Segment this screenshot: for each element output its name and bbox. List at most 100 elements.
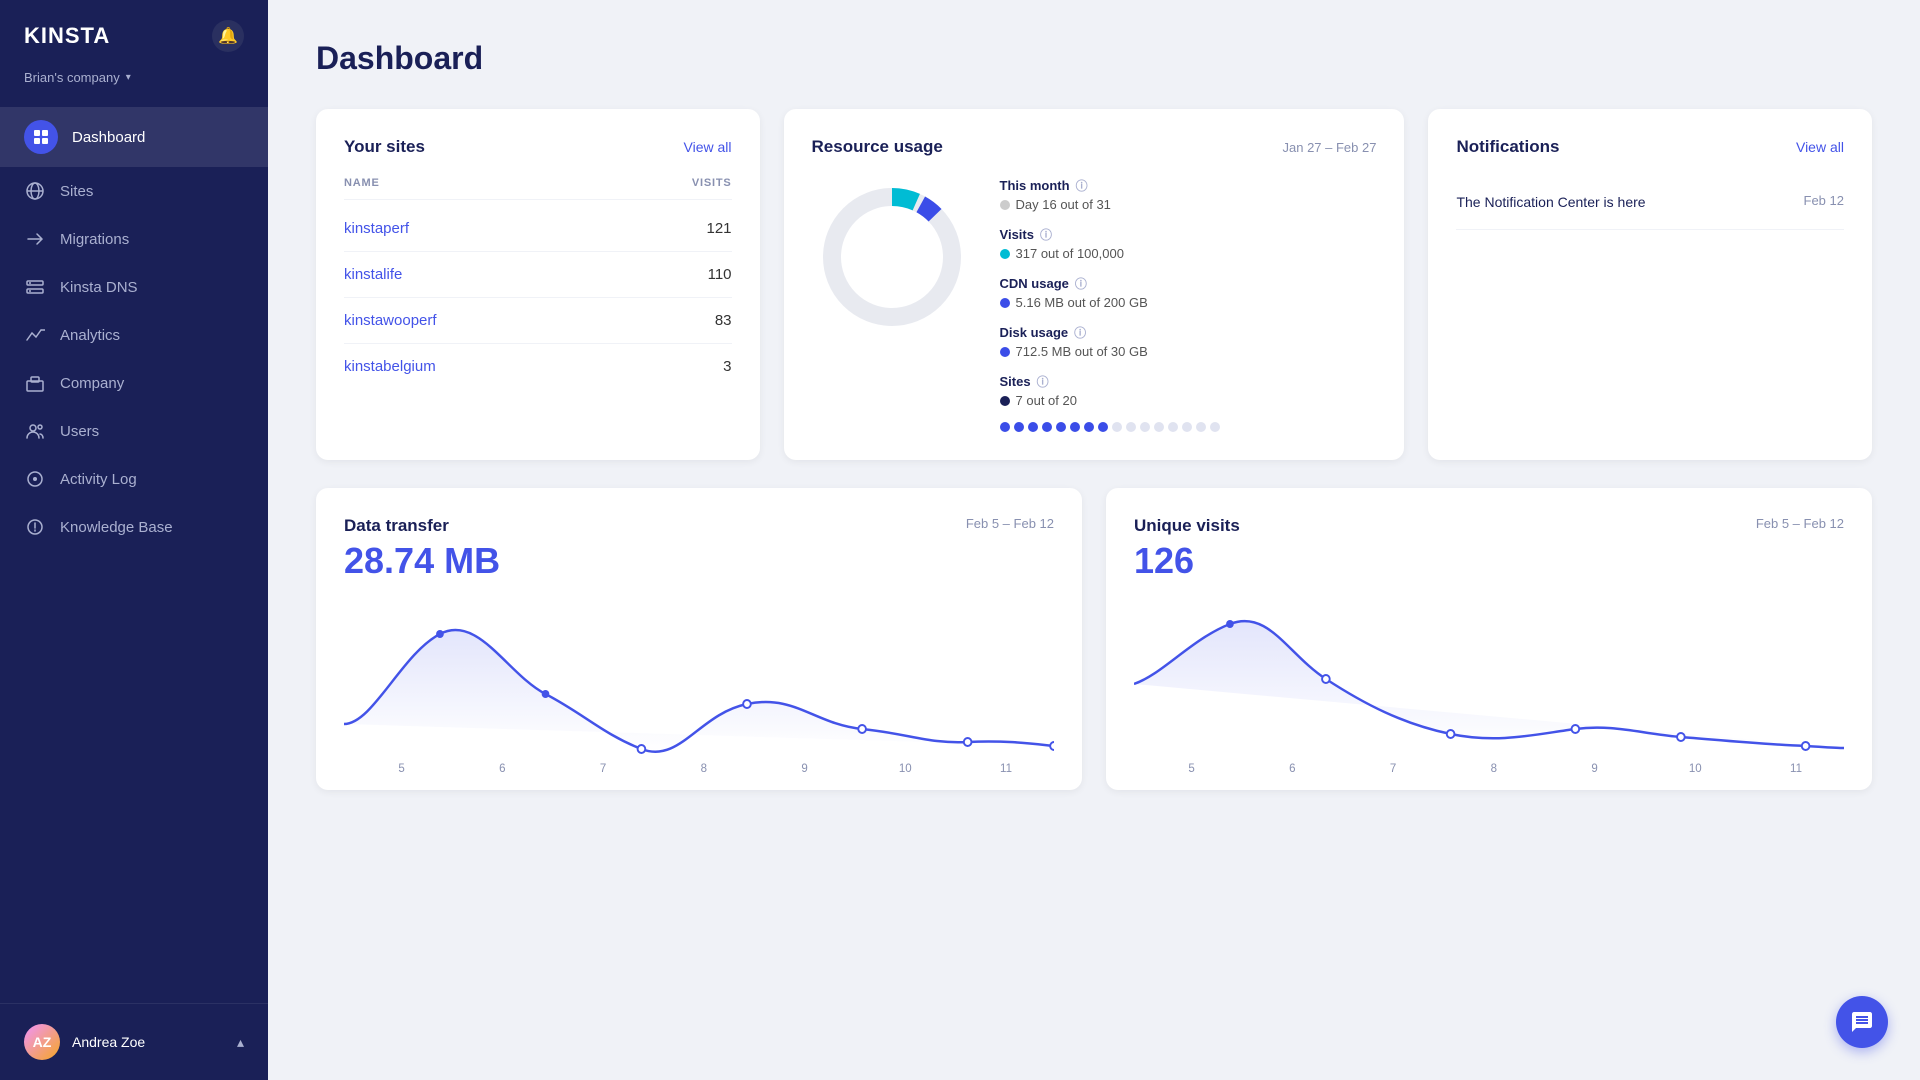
this-month-value: Day 16 out of 31 (1016, 197, 1111, 212)
progress-dot (1140, 422, 1150, 432)
progress-dot (1000, 422, 1010, 432)
sidebar-item-kinsta-dns[interactable]: Kinsta DNS (0, 263, 268, 311)
info-icon[interactable]: ⓘ (1076, 177, 1088, 194)
notification-item: The Notification Center is here Feb 12 (1456, 177, 1844, 230)
svg-text:5: 5 (1188, 762, 1195, 774)
chat-icon (1850, 1010, 1874, 1034)
info-icon[interactable]: ⓘ (1075, 275, 1087, 292)
dot-gray (1000, 200, 1010, 210)
chevron-up-icon: ▴ (237, 1034, 244, 1051)
sites-stat: Sites ⓘ 7 out of 20 (1000, 373, 1377, 408)
sidebar-item-label: Company (60, 375, 124, 392)
svg-text:8: 8 (1491, 762, 1498, 774)
progress-dot (1182, 422, 1192, 432)
company-selector[interactable]: Brian's company ▾ (0, 62, 268, 97)
notification-text: The Notification Center is here (1456, 193, 1645, 213)
sidebar-item-analytics[interactable]: Analytics (0, 311, 268, 359)
main-content: Dashboard Your sites View all NAME VISIT… (268, 0, 1920, 1080)
sidebar-item-dashboard[interactable]: Dashboard (0, 107, 268, 167)
dot-blue (1000, 298, 1010, 308)
notifications-view-all[interactable]: View all (1796, 139, 1844, 155)
sidebar-item-knowledge-base[interactable]: Knowledge Base (0, 503, 268, 551)
notification-date: Feb 12 (1804, 193, 1844, 208)
dot-blue-disk (1000, 347, 1010, 357)
progress-dot (1070, 422, 1080, 432)
cdn-stat: CDN usage ⓘ 5.16 MB out of 200 GB (1000, 275, 1377, 310)
svg-text:9: 9 (801, 762, 807, 774)
progress-dot (1112, 422, 1122, 432)
site-visits: 3 (723, 358, 731, 375)
site-name[interactable]: kinstalife (344, 266, 402, 283)
visits-value: 317 out of 100,000 (1016, 246, 1124, 261)
sidebar-item-label: Kinsta DNS (60, 279, 138, 296)
sites-value: 7 out of 20 (1016, 393, 1077, 408)
sidebar-item-label: Activity Log (60, 471, 137, 488)
data-transfer-card: Data transfer Feb 5 – Feb 12 28.74 MB (316, 488, 1082, 790)
user-name: Andrea Zoe (72, 1034, 145, 1050)
sidebar-item-label: Dashboard (72, 129, 145, 146)
table-row: kinstalife 110 (344, 252, 732, 298)
unique-visits-chart: 5 6 7 8 9 10 11 (1134, 594, 1844, 774)
table-row: kinstabelgium 3 (344, 344, 732, 389)
chat-bubble-button[interactable] (1836, 996, 1888, 1048)
data-transfer-header: Data transfer Feb 5 – Feb 12 (344, 516, 1054, 536)
progress-dots (1000, 422, 1377, 432)
your-sites-card-header: Your sites View all (344, 137, 732, 157)
data-transfer-date: Feb 5 – Feb 12 (966, 516, 1054, 531)
unique-visits-date: Feb 5 – Feb 12 (1756, 516, 1844, 531)
info-icon[interactable]: ⓘ (1040, 226, 1052, 243)
site-visits: 110 (708, 266, 732, 283)
sites-icon (24, 180, 46, 202)
info-icon[interactable]: ⓘ (1037, 373, 1049, 390)
svg-text:11: 11 (1000, 762, 1012, 774)
site-name[interactable]: kinstabelgium (344, 358, 436, 375)
cdn-value: 5.16 MB out of 200 GB (1016, 295, 1148, 310)
sidebar-item-label: Analytics (60, 327, 120, 344)
your-sites-view-all[interactable]: View all (684, 139, 732, 155)
resource-usage-card: Resource usage Jan 27 – Feb 27 (784, 109, 1405, 460)
notification-bell[interactable]: 🔔 (212, 20, 244, 52)
info-icon[interactable]: ⓘ (1074, 324, 1086, 341)
donut-chart (812, 177, 972, 337)
col-visits: VISITS (692, 177, 732, 189)
svg-text:10: 10 (1689, 762, 1702, 774)
sites-table-header: NAME VISITS (344, 177, 732, 200)
resource-usage-body: This month ⓘ Day 16 out of 31 Visits ⓘ (812, 177, 1377, 432)
this-month-stat: This month ⓘ Day 16 out of 31 (1000, 177, 1377, 212)
your-sites-card: Your sites View all NAME VISITS kinstape… (316, 109, 760, 460)
sidebar-footer: AZ Andrea Zoe ▴ (0, 1003, 268, 1080)
site-visits: 121 (706, 220, 731, 237)
progress-dot (1014, 422, 1024, 432)
notifications-card: Notifications View all The Notification … (1428, 109, 1872, 460)
this-month-label: This month ⓘ (1000, 177, 1377, 194)
data-transfer-svg: 5 6 7 8 9 10 11 (344, 594, 1054, 774)
table-row: kinstaperf 121 (344, 206, 732, 252)
progress-dot (1042, 422, 1052, 432)
page-title: Dashboard (316, 40, 1872, 77)
svg-text:6: 6 (499, 762, 506, 774)
sidebar-item-company[interactable]: Company (0, 359, 268, 407)
site-name[interactable]: kinstawooperf (344, 312, 437, 329)
notifications-header: Notifications View all (1456, 137, 1844, 157)
sidebar-item-users[interactable]: Users (0, 407, 268, 455)
knowledge-base-icon (24, 516, 46, 538)
progress-dot (1098, 422, 1108, 432)
bottom-cards-row: Data transfer Feb 5 – Feb 12 28.74 MB (316, 488, 1872, 790)
site-name[interactable]: kinstaperf (344, 220, 409, 237)
sidebar-item-label: Knowledge Base (60, 519, 173, 536)
svg-text:7: 7 (600, 762, 606, 774)
your-sites-title: Your sites (344, 137, 425, 157)
svg-text:5: 5 (398, 762, 405, 774)
sidebar-item-migrations[interactable]: Migrations (0, 215, 268, 263)
resource-usage-date: Jan 27 – Feb 27 (1283, 140, 1377, 155)
progress-dot (1196, 422, 1206, 432)
unique-visits-value: 126 (1134, 540, 1844, 582)
dns-icon (24, 276, 46, 298)
sidebar-item-sites[interactable]: Sites (0, 167, 268, 215)
resource-usage-header: Resource usage Jan 27 – Feb 27 (812, 137, 1377, 157)
sidebar-item-activity-log[interactable]: Activity Log (0, 455, 268, 503)
svg-text:6: 6 (1289, 762, 1296, 774)
dashboard-icon (24, 120, 58, 154)
user-info[interactable]: AZ Andrea Zoe (24, 1024, 145, 1060)
analytics-icon (24, 324, 46, 346)
